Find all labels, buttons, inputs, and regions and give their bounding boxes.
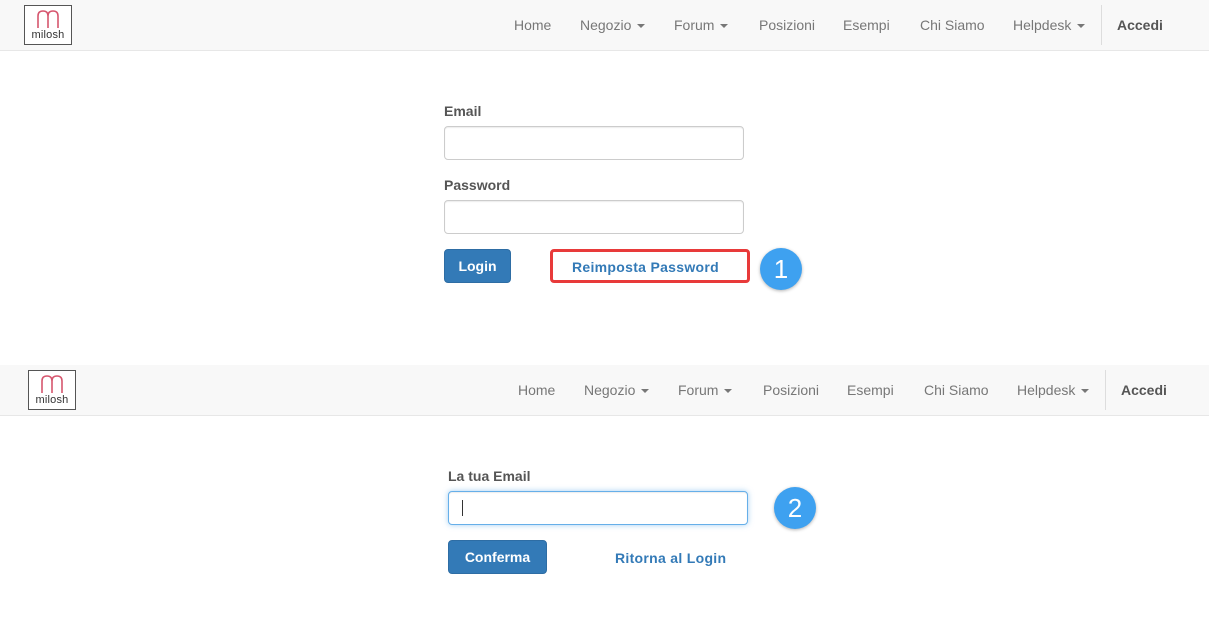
password-label: Password bbox=[444, 177, 511, 193]
nav-forum[interactable]: Forum bbox=[678, 365, 733, 415]
nav-negozio[interactable]: Negozio bbox=[580, 0, 646, 50]
nav-home[interactable]: Home bbox=[518, 365, 555, 415]
nav-forum[interactable]: Forum bbox=[674, 0, 729, 50]
step-badge-2: 2 bbox=[774, 487, 816, 529]
nav-home[interactable]: Home bbox=[514, 0, 551, 50]
logo-m-icon bbox=[41, 375, 63, 393]
nav-posizioni[interactable]: Posizioni bbox=[763, 365, 819, 415]
nav-negozio-label: Negozio bbox=[584, 382, 636, 398]
caret-down-icon bbox=[641, 389, 650, 394]
reset-email-input[interactable] bbox=[448, 491, 748, 525]
step-badge-1: 1 bbox=[760, 248, 802, 290]
nav-posizioni[interactable]: Posizioni bbox=[759, 0, 815, 50]
nav-accedi[interactable]: Accedi bbox=[1117, 0, 1163, 50]
nav-chi-siamo-label: Chi Siamo bbox=[924, 382, 989, 398]
reset-panel: milosh Home Negozio Forum Posizioni Esem… bbox=[0, 365, 1209, 632]
nav-esempi[interactable]: Esempi bbox=[843, 0, 890, 50]
email-input[interactable] bbox=[444, 126, 744, 160]
nav-divider bbox=[1101, 5, 1102, 45]
caret-down-icon bbox=[637, 24, 646, 29]
caret-down-icon bbox=[720, 24, 729, 29]
nav-forum-label: Forum bbox=[678, 382, 719, 398]
nav-accedi[interactable]: Accedi bbox=[1121, 365, 1167, 415]
nav-forum-label: Forum bbox=[674, 17, 715, 33]
logo-m-icon bbox=[37, 10, 59, 28]
nav-esempi-label: Esempi bbox=[843, 17, 890, 33]
logo-text: milosh bbox=[35, 394, 69, 406]
nav-chi-siamo[interactable]: Chi Siamo bbox=[924, 365, 989, 415]
nav-home-label: Home bbox=[514, 17, 552, 33]
nav-helpdesk-label: Helpdesk bbox=[1013, 17, 1072, 33]
nav-divider bbox=[1105, 370, 1106, 410]
nav-esempi-label: Esempi bbox=[847, 382, 894, 398]
email-label: Email bbox=[444, 103, 482, 119]
nav-negozio-label: Negozio bbox=[580, 17, 632, 33]
caret-down-icon bbox=[1077, 24, 1086, 29]
reset-password-link[interactable]: Reimposta Password bbox=[572, 259, 719, 275]
nav-negozio[interactable]: Negozio bbox=[584, 365, 650, 415]
caret-down-icon bbox=[1081, 389, 1090, 394]
nav-helpdesk[interactable]: Helpdesk bbox=[1013, 0, 1086, 50]
nav-home-label: Home bbox=[518, 382, 556, 398]
nav-esempi[interactable]: Esempi bbox=[847, 365, 894, 415]
nav-chi-siamo-label: Chi Siamo bbox=[920, 17, 985, 33]
text-cursor bbox=[462, 500, 463, 516]
nav-helpdesk[interactable]: Helpdesk bbox=[1017, 365, 1090, 415]
nav-posizioni-label: Posizioni bbox=[763, 382, 820, 398]
navbar: milosh Home Negozio Forum Posizioni Esem… bbox=[0, 365, 1209, 416]
nav-helpdesk-label: Helpdesk bbox=[1017, 382, 1076, 398]
confirm-button[interactable]: Conferma bbox=[448, 540, 547, 574]
reset-email-label: La tua Email bbox=[448, 468, 531, 484]
caret-down-icon bbox=[724, 389, 733, 394]
login-button[interactable]: Login bbox=[444, 249, 511, 283]
brand-logo[interactable]: milosh bbox=[28, 370, 76, 410]
logo-text: milosh bbox=[31, 29, 65, 41]
login-panel: milosh Home Negozio Forum Posizioni Esem… bbox=[0, 0, 1209, 362]
brand-logo[interactable]: milosh bbox=[24, 5, 72, 45]
nav-posizioni-label: Posizioni bbox=[759, 17, 816, 33]
back-to-login-link[interactable]: Ritorna al Login bbox=[615, 550, 726, 566]
password-input[interactable] bbox=[444, 200, 744, 234]
nav-chi-siamo[interactable]: Chi Siamo bbox=[920, 0, 985, 50]
navbar: milosh Home Negozio Forum Posizioni Esem… bbox=[0, 0, 1209, 51]
